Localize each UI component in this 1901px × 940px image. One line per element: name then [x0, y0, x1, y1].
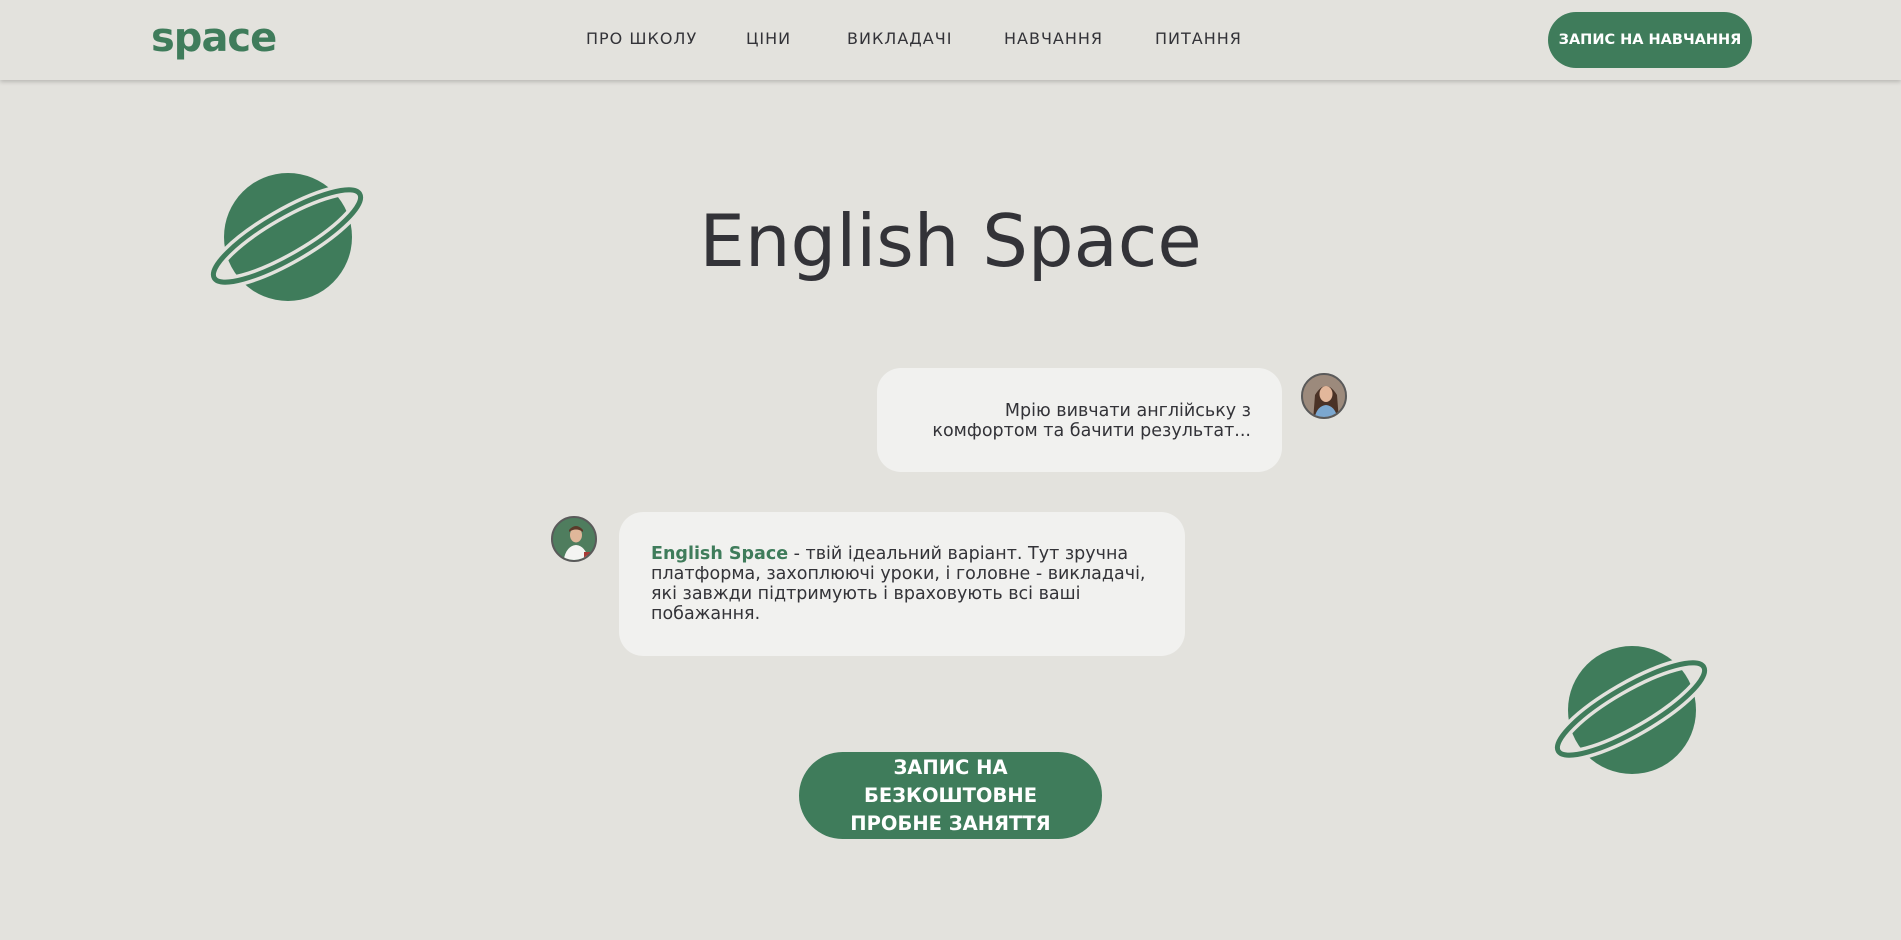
nav-item-prices[interactable]: ЦІНИ [746, 29, 791, 48]
student-message-text: Мрію вивчати англійську з комфортом та б… [932, 401, 1251, 441]
nav-item-faq[interactable]: ПИТАННЯ [1155, 29, 1242, 48]
hero-title: English Space [699, 199, 1202, 283]
student-message-bubble: Мрію вивчати англійську з комфортом та б… [877, 368, 1282, 472]
signup-button[interactable]: ЗАПИС НА НАВЧАННЯ [1548, 12, 1752, 68]
teacher-message-bubble: English Space - твій ідеальний варіант. … [619, 512, 1185, 656]
nav-item-learning[interactable]: НАВЧАННЯ [1004, 29, 1103, 48]
free-trial-button[interactable]: ЗАПИС НА БЕЗКОШТОВНЕ ПРОБНЕ ЗАНЯТТЯ [799, 752, 1102, 839]
student-photo-icon [1303, 375, 1345, 417]
nav-item-about[interactable]: ПРО ШКОЛУ [586, 29, 697, 48]
teacher-avatar [551, 516, 597, 562]
logo[interactable]: space [151, 13, 277, 63]
nav-item-teachers[interactable]: ВИКЛАДАЧІ [847, 29, 952, 48]
student-avatar [1301, 373, 1347, 419]
teacher-photo-icon [553, 518, 595, 560]
planet-icon [1552, 646, 1711, 774]
site-header: space ПРО ШКОЛУ ЦІНИ ВИКЛАДАЧІ НАВЧАННЯ … [0, 0, 1901, 80]
brand-highlight: English Space [651, 544, 789, 564]
